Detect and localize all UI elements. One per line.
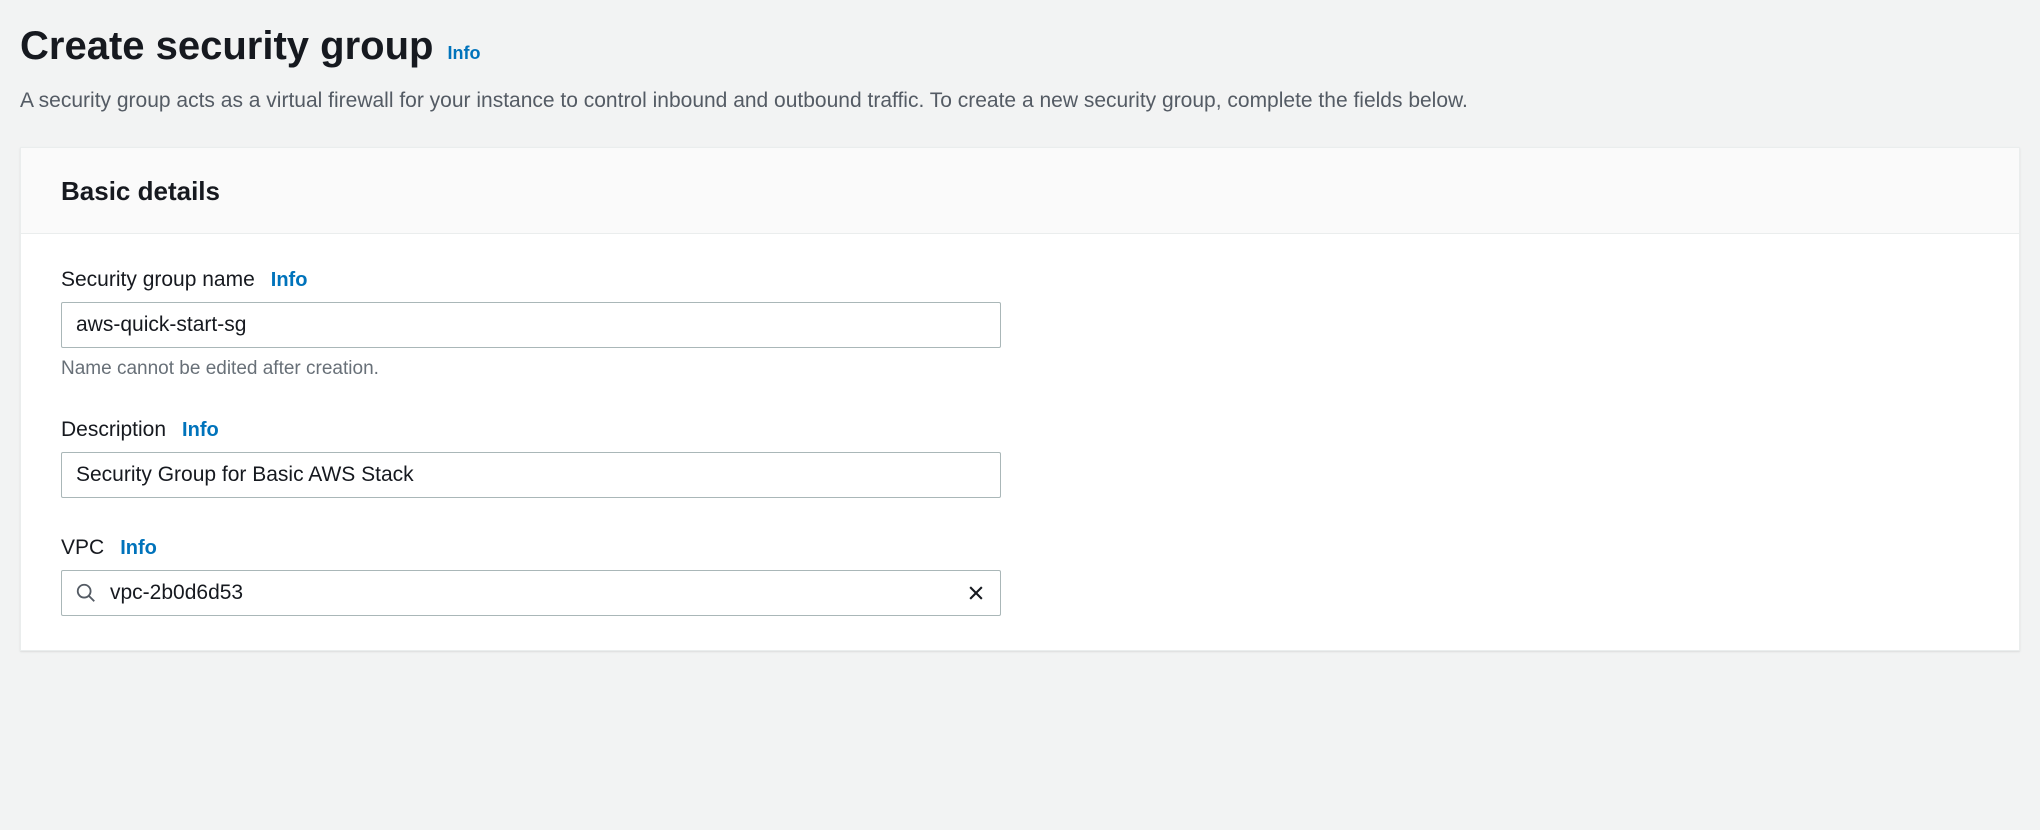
description-input[interactable]	[61, 452, 1001, 498]
basic-details-panel: Basic details Security group name Info N…	[20, 147, 2020, 651]
description-label-row: Description Info	[61, 418, 1979, 442]
description-info-link[interactable]: Info	[182, 419, 219, 442]
security-group-name-input[interactable]	[61, 302, 1001, 348]
security-group-name-info-link[interactable]: Info	[271, 269, 308, 292]
security-group-name-helper: Name cannot be edited after creation.	[61, 358, 1979, 380]
security-group-name-label-row: Security group name Info	[61, 268, 1979, 292]
vpc-label: VPC	[61, 536, 104, 560]
clear-icon[interactable]	[965, 582, 987, 604]
security-group-name-group: Security group name Info Name cannot be …	[61, 268, 1979, 380]
panel-header: Basic details	[21, 148, 2019, 234]
vpc-info-link[interactable]: Info	[120, 537, 157, 560]
page-description: A security group acts as a virtual firew…	[20, 86, 2020, 115]
page-title: Create security group	[20, 24, 433, 68]
page-title-info-link[interactable]: Info	[447, 43, 480, 64]
vpc-input-wrap	[61, 570, 1001, 616]
panel-title: Basic details	[61, 176, 1979, 207]
vpc-label-row: VPC Info	[61, 536, 1979, 560]
panel-body: Security group name Info Name cannot be …	[21, 234, 2019, 650]
description-label: Description	[61, 418, 166, 442]
description-group: Description Info	[61, 418, 1979, 498]
security-group-name-label: Security group name	[61, 268, 255, 292]
page-title-row: Create security group Info	[20, 24, 2020, 68]
vpc-group: VPC Info	[61, 536, 1979, 616]
vpc-input[interactable]	[61, 570, 1001, 616]
page-header: Create security group Info A security gr…	[0, 0, 2040, 115]
